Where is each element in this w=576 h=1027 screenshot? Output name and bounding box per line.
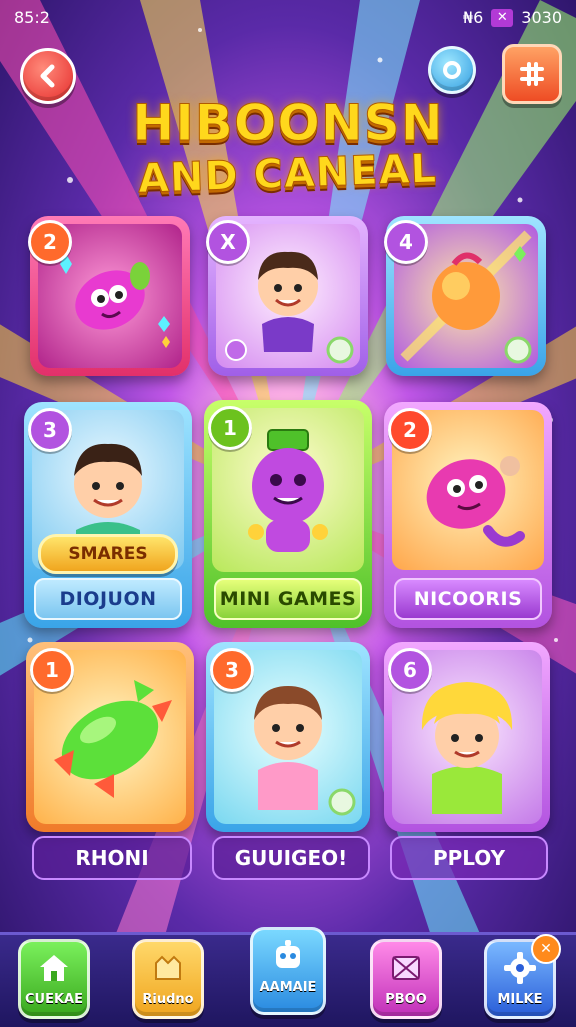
card-sticker: SMARES xyxy=(38,534,178,574)
status-time: 85:2 xyxy=(14,8,50,27)
star-icon xyxy=(155,955,181,980)
level-badge: 1 xyxy=(208,406,252,450)
card-label: DIOJUON xyxy=(34,578,182,620)
nav-rewards-button[interactable]: Riudno xyxy=(132,939,204,1019)
ring-icon xyxy=(443,61,461,79)
title-line-2: AND CANEAL xyxy=(137,145,439,203)
level-card-8[interactable]: 3 xyxy=(206,642,370,832)
card-label-9[interactable]: PPLOY xyxy=(390,836,548,880)
level-card-2[interactable]: X xyxy=(206,216,368,376)
nav-characters-button[interactable]: AAMAIE xyxy=(250,927,326,1015)
nav-home-button[interactable]: CUEKAE xyxy=(18,939,90,1019)
battery-level: 3030 xyxy=(521,8,562,27)
nav-settings-button[interactable]: ✕ MILKE xyxy=(484,934,561,1019)
title-line-1: HIBOONSN xyxy=(132,94,444,153)
card-label: MINI GAMES xyxy=(214,578,362,620)
grid-icon xyxy=(520,62,544,86)
game-title: HIBOONSN AND CANEAL xyxy=(0,94,576,203)
envelope-icon xyxy=(392,956,420,980)
nav-label: AAMAIE xyxy=(259,980,317,995)
level-badge: 3 xyxy=(210,648,254,692)
card-label: NICOORIS xyxy=(394,578,542,620)
signal-icon: ✕ xyxy=(491,8,514,27)
profile-button[interactable] xyxy=(428,46,476,94)
level-card-1[interactable]: 2 xyxy=(28,216,190,376)
home-icon xyxy=(40,955,68,981)
bottom-nav: CUEKAE Riudno AAMAIE PBOO ✕ MILKE xyxy=(0,927,576,1027)
status-indicator: ₦6 xyxy=(462,8,484,27)
nav-mail-button[interactable]: PBOO xyxy=(370,939,442,1019)
level-badge: X xyxy=(206,220,250,264)
level-badge: 2 xyxy=(388,408,432,452)
arrow-left-icon xyxy=(40,64,55,88)
level-badge: 2 xyxy=(28,220,72,264)
nav-label: PBOO xyxy=(385,992,427,1007)
level-badge: 1 xyxy=(30,648,74,692)
level-badge: 3 xyxy=(28,408,72,452)
level-card-6[interactable]: 2 NICOORIS xyxy=(384,402,552,628)
level-card-3[interactable]: 4 xyxy=(384,216,546,376)
nav-label: CUEKAE xyxy=(25,992,83,1007)
card-label-7[interactable]: RHONI xyxy=(32,836,192,880)
status-bar: 85:2 ₦6 ✕ 3030 xyxy=(0,0,576,36)
level-card-9[interactable]: 6 xyxy=(384,642,550,832)
nav-label: MILKE xyxy=(497,992,543,1007)
card-label-8[interactable]: GUUIGEO! xyxy=(212,836,370,880)
robot-icon xyxy=(276,940,300,968)
level-badge: 6 xyxy=(388,648,432,692)
level-card-7[interactable]: 1 xyxy=(26,642,194,832)
notification-badge: ✕ xyxy=(531,934,561,964)
nav-label: Riudno xyxy=(142,992,194,1007)
level-badge: 4 xyxy=(384,220,428,264)
level-card-5[interactable]: 1 MINI GAMES xyxy=(204,400,372,628)
level-card-4[interactable]: 3 SMARES DIOJUON xyxy=(24,402,192,628)
